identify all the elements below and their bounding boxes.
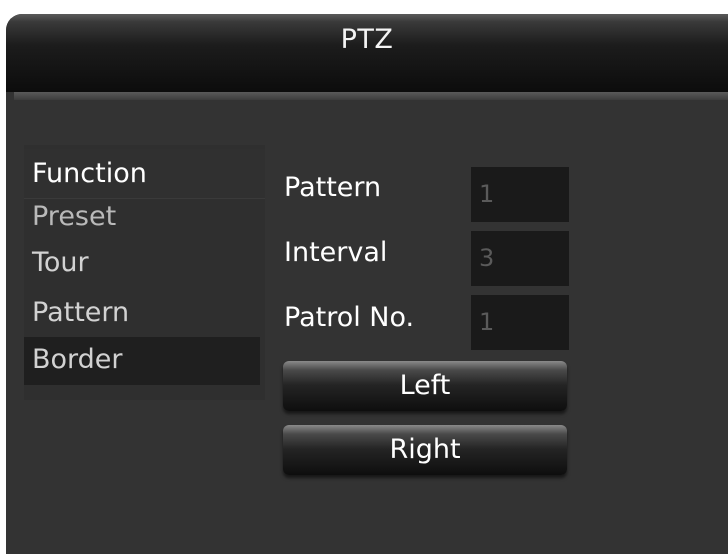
pattern-label: Pattern	[284, 172, 382, 203]
menu-item-pattern[interactable]: Pattern	[24, 291, 265, 335]
interval-label: Interval	[284, 237, 388, 268]
title-divider	[14, 92, 728, 100]
interval-field[interactable]: 3	[471, 231, 569, 286]
title-bar: PTZ	[6, 14, 728, 92]
pattern-field[interactable]: 1	[471, 167, 569, 222]
menu-item-preset[interactable]: Preset	[24, 195, 265, 239]
left-button[interactable]: Left	[283, 361, 567, 411]
patrol-no-label: Patrol No.	[284, 302, 415, 333]
right-button[interactable]: Right	[283, 425, 567, 475]
menu-item-tour[interactable]: Tour	[24, 241, 265, 285]
menu-item-border[interactable]: Border	[24, 337, 260, 385]
function-menu: Function Preset Tour Pattern Border	[24, 145, 265, 400]
menu-header-function: Function	[24, 149, 265, 199]
dialog-title: PTZ	[340, 24, 394, 55]
patrol-no-field[interactable]: 1	[471, 295, 569, 350]
